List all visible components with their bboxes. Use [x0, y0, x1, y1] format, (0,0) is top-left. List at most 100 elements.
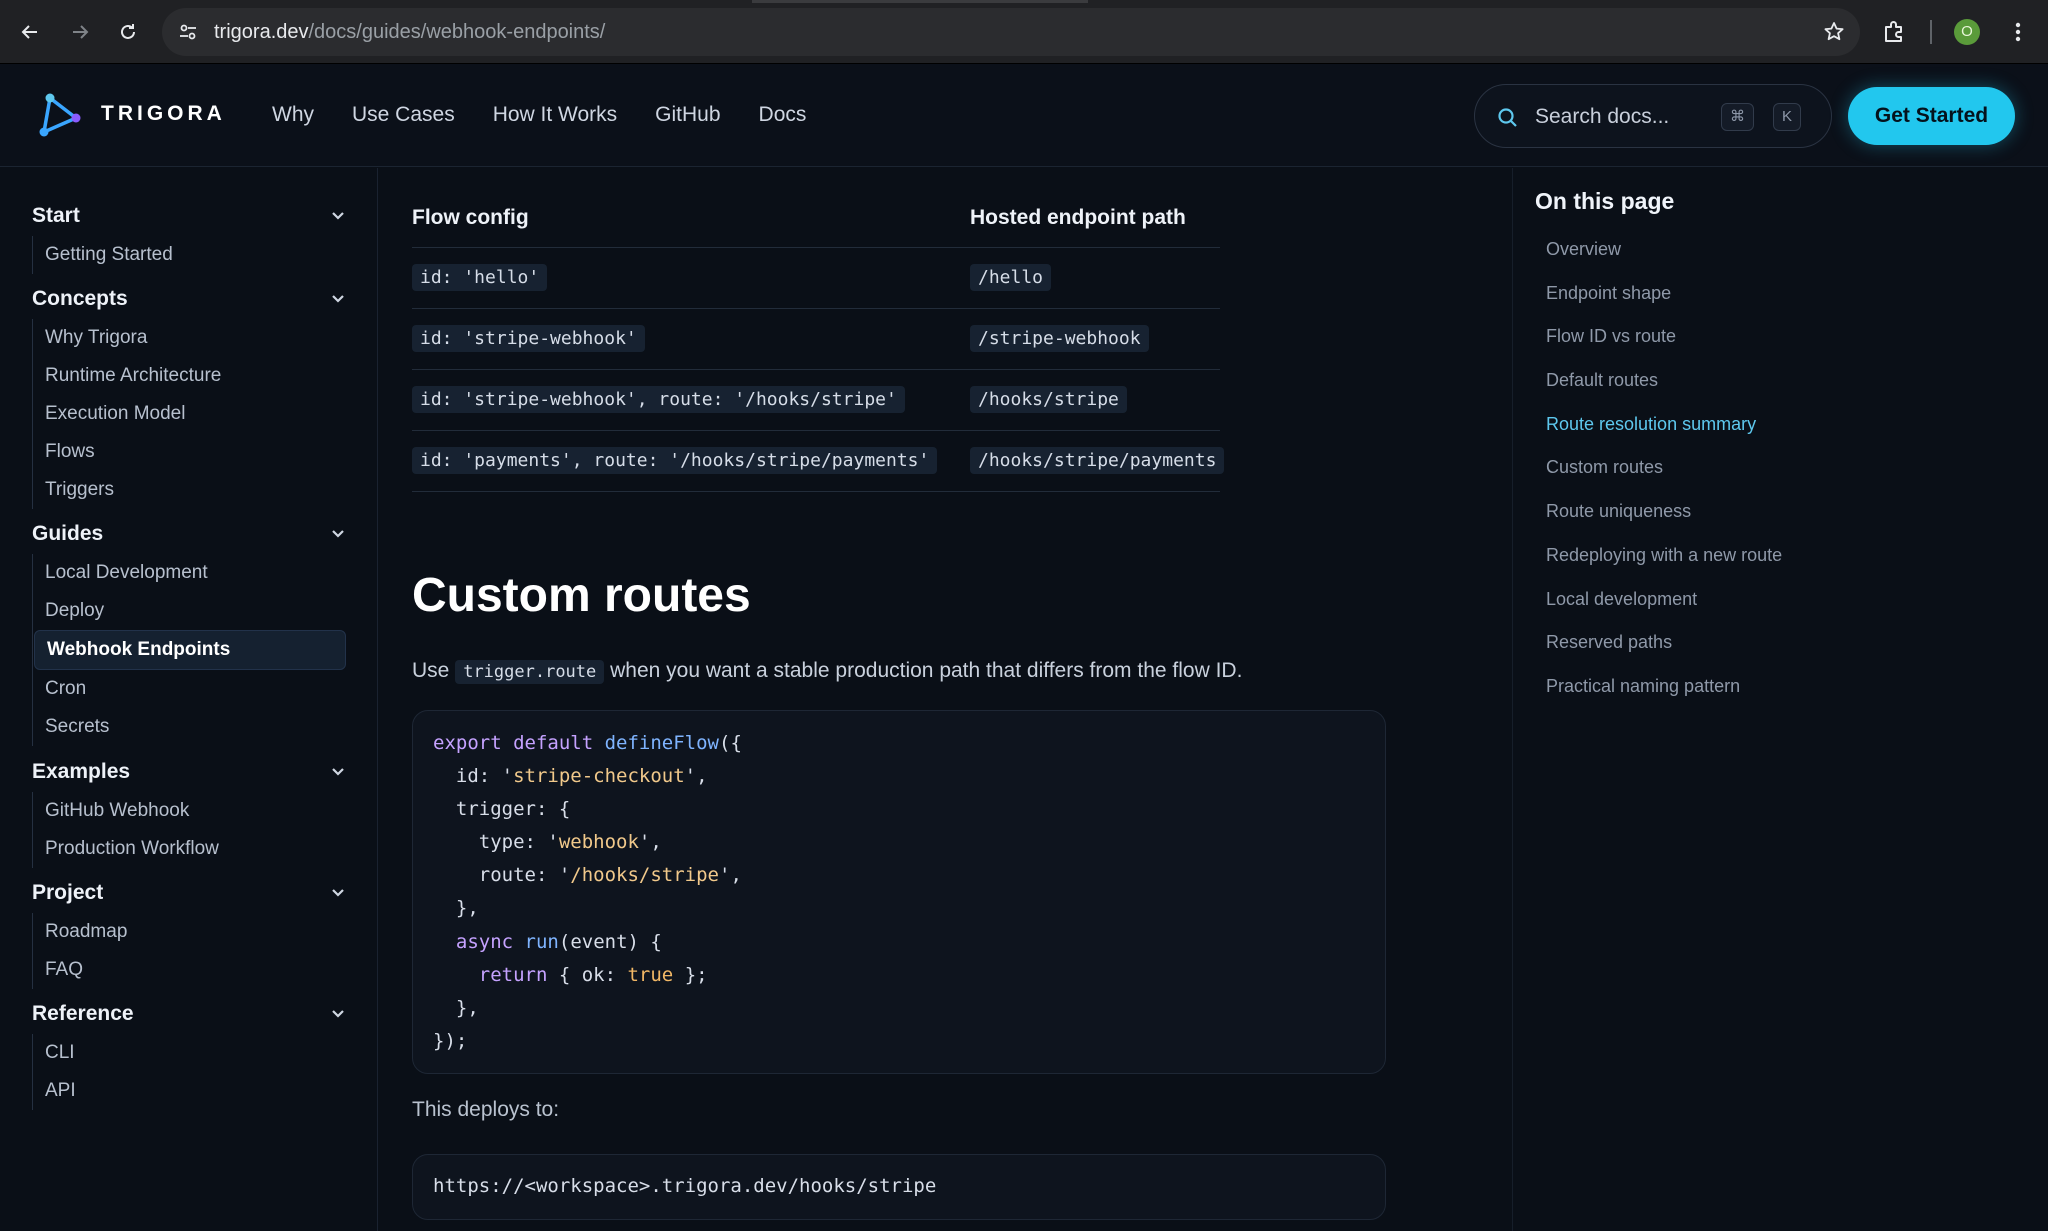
nav-how-it-works[interactable]: How It Works	[493, 100, 617, 130]
toc-item-endpoint-shape[interactable]: Endpoint shape	[1546, 278, 1782, 322]
arrow-right-icon	[73, 25, 89, 39]
reload-button[interactable]	[112, 16, 144, 48]
search-icon	[1498, 108, 1517, 127]
sidebar-group-header[interactable]: Examples	[32, 752, 346, 792]
sidebar-group-header[interactable]: Reference	[32, 994, 346, 1034]
table-row: id: 'hello' /hello	[412, 248, 1220, 309]
sidebar-group-header[interactable]: Concepts	[32, 279, 346, 319]
browser-menu-icon[interactable]	[2004, 18, 2032, 46]
endpoint-path-code: /hooks/stripe	[970, 386, 1127, 413]
chevron-down-icon	[332, 212, 344, 220]
docs-sidebar: Start Getting Started Concepts Why Trigo…	[0, 168, 378, 1231]
sidebar-items: GitHub Webhook Production Workflow	[32, 792, 346, 868]
toc-item-route-resolution-summary[interactable]: Route resolution summary	[1546, 409, 1782, 453]
table-of-contents: On this page Overview Endpoint shape Flo…	[1512, 168, 2048, 1231]
sidebar-item-deploy[interactable]: Deploy	[33, 592, 346, 630]
back-button[interactable]	[14, 16, 46, 48]
sidebar-item-why-trigora[interactable]: Why Trigora	[33, 319, 346, 357]
column-header-endpoint-path: Hosted endpoint path	[970, 206, 1186, 229]
endpoint-path-code: /hooks/stripe/payments	[970, 447, 1225, 474]
sidebar-items: Roadmap FAQ	[32, 913, 346, 989]
sidebar-group-reference: Reference CLI API	[32, 994, 346, 1110]
sidebar-item-cli[interactable]: CLI	[33, 1034, 346, 1072]
toc-item-redeploying[interactable]: Redeploying with a new route	[1546, 540, 1782, 584]
arrow-left-icon	[21, 25, 37, 39]
toc-item-route-uniqueness[interactable]: Route uniqueness	[1546, 496, 1782, 540]
sidebar-group-header[interactable]: Guides	[32, 514, 346, 554]
sidebar-item-production-workflow[interactable]: Production Workflow	[33, 830, 346, 868]
chevron-down-icon	[332, 1010, 344, 1018]
trigora-logo-icon[interactable]	[36, 92, 86, 140]
toc-title: On this page	[1535, 188, 1675, 214]
sidebar-group-title: Guides	[32, 522, 104, 545]
trigger-route-code: trigger.route	[455, 660, 605, 684]
code-sample: export default defineFlow({ id: 'stripe-…	[433, 732, 742, 1052]
toc-item-custom-routes[interactable]: Custom routes	[1546, 452, 1782, 496]
sidebar-group-concepts: Concepts Why Trigora Runtime Architectur…	[32, 279, 346, 509]
nav-docs[interactable]: Docs	[759, 100, 807, 130]
nav-use-cases[interactable]: Use Cases	[352, 100, 455, 130]
sidebar-items: Why Trigora Runtime Architecture Executi…	[32, 319, 346, 509]
chevron-down-icon	[332, 295, 344, 303]
toc-item-default-routes[interactable]: Default routes	[1546, 365, 1782, 409]
sidebar-item-api[interactable]: API	[33, 1072, 346, 1110]
docs-content: Flow config Hosted endpoint path id: 'he…	[380, 168, 1510, 1231]
sidebar-item-roadmap[interactable]: Roadmap	[33, 913, 346, 951]
custom-routes-paragraph: Use trigger.route when you want a stable…	[412, 654, 1242, 688]
forward-button[interactable]	[64, 16, 96, 48]
chevron-down-icon	[332, 530, 344, 538]
toc-item-local-development[interactable]: Local development	[1546, 584, 1782, 628]
top-navigation: Why Use Cases How It Works GitHub Docs	[272, 100, 806, 130]
deploy-url-block[interactable]: https://<workspace>.trigora.dev/hooks/st…	[412, 1154, 1386, 1220]
url-path: /docs/guides/webhook-endpoints/	[308, 21, 606, 43]
toc-item-reserved-paths[interactable]: Reserved paths	[1546, 627, 1782, 671]
table-row: id: 'stripe-webhook', route: '/hooks/str…	[412, 370, 1220, 431]
sidebar-item-cron[interactable]: Cron	[33, 670, 346, 708]
sidebar-items: Local Development Deploy Webhook Endpoin…	[32, 554, 346, 746]
bookmark-star-icon[interactable]	[1822, 20, 1846, 44]
site-header: TRIGORA Why Use Cases How It Works GitHu…	[0, 64, 2048, 167]
get-started-button[interactable]: Get Started	[1848, 87, 2015, 145]
brand-name[interactable]: TRIGORA	[101, 102, 226, 126]
sidebar-group-header[interactable]: Start	[32, 196, 346, 236]
sidebar-item-getting-started[interactable]: Getting Started	[33, 236, 346, 274]
column-header-flow-config: Flow config	[412, 206, 529, 229]
sidebar-group-title: Reference	[32, 1002, 134, 1025]
route-resolution-table: Flow config Hosted endpoint path id: 'he…	[412, 190, 1225, 492]
sidebar-item-faq[interactable]: FAQ	[33, 951, 346, 989]
tab-strip-indicator	[752, 0, 1088, 3]
sidebar-group-title: Start	[32, 204, 80, 227]
nav-github[interactable]: GitHub	[655, 100, 720, 130]
search-docs-input[interactable]: Search docs... ⌘ K	[1474, 84, 1832, 148]
sidebar-item-execution-model[interactable]: Execution Model	[33, 395, 346, 433]
deploy-url: https://<workspace>.trigora.dev/hooks/st…	[433, 1175, 937, 1197]
sidebar-item-runtime-architecture[interactable]: Runtime Architecture	[33, 357, 346, 395]
endpoint-path-code: /hello	[970, 264, 1052, 291]
toc-item-practical-naming-pattern[interactable]: Practical naming pattern	[1546, 671, 1782, 715]
paragraph-text: when you want a stable production path t…	[610, 659, 1243, 682]
address-bar[interactable]: trigora.dev/docs/guides/webhook-endpoint…	[162, 8, 1860, 56]
sidebar-item-webhook-endpoints[interactable]: Webhook Endpoints	[34, 630, 346, 670]
toc-item-overview[interactable]: Overview	[1546, 234, 1782, 278]
site-settings-icon[interactable]	[176, 20, 200, 44]
sidebar-item-secrets[interactable]: Secrets	[33, 708, 346, 746]
flow-config-code: id: 'stripe-webhook'	[412, 325, 645, 352]
nav-why[interactable]: Why	[272, 100, 314, 130]
sidebar-item-flows[interactable]: Flows	[33, 433, 346, 471]
sidebar-group-header[interactable]: Project	[32, 873, 346, 913]
sidebar-group-examples: Examples GitHub Webhook Production Workf…	[32, 752, 346, 868]
sidebar-item-local-development[interactable]: Local Development	[33, 554, 346, 592]
sidebar-item-triggers[interactable]: Triggers	[33, 471, 346, 509]
sidebar-group-title: Examples	[32, 760, 131, 783]
endpoint-path-code: /stripe-webhook	[970, 325, 1149, 352]
table-header-row: Flow config Hosted endpoint path	[412, 190, 1220, 248]
toolbar-divider	[1930, 20, 1932, 44]
reload-icon	[121, 24, 135, 39]
search-placeholder: Search docs...	[1535, 105, 1670, 128]
code-block[interactable]: export default defineFlow({ id: 'stripe-…	[412, 710, 1386, 1074]
sidebar-item-github-webhook[interactable]: GitHub Webhook	[33, 792, 346, 830]
paragraph-text: Use	[412, 659, 450, 682]
extensions-puzzle-icon[interactable]	[1880, 18, 1908, 46]
profile-avatar[interactable]: O	[1954, 19, 1980, 45]
toc-item-flow-id-vs-route[interactable]: Flow ID vs route	[1546, 321, 1782, 365]
